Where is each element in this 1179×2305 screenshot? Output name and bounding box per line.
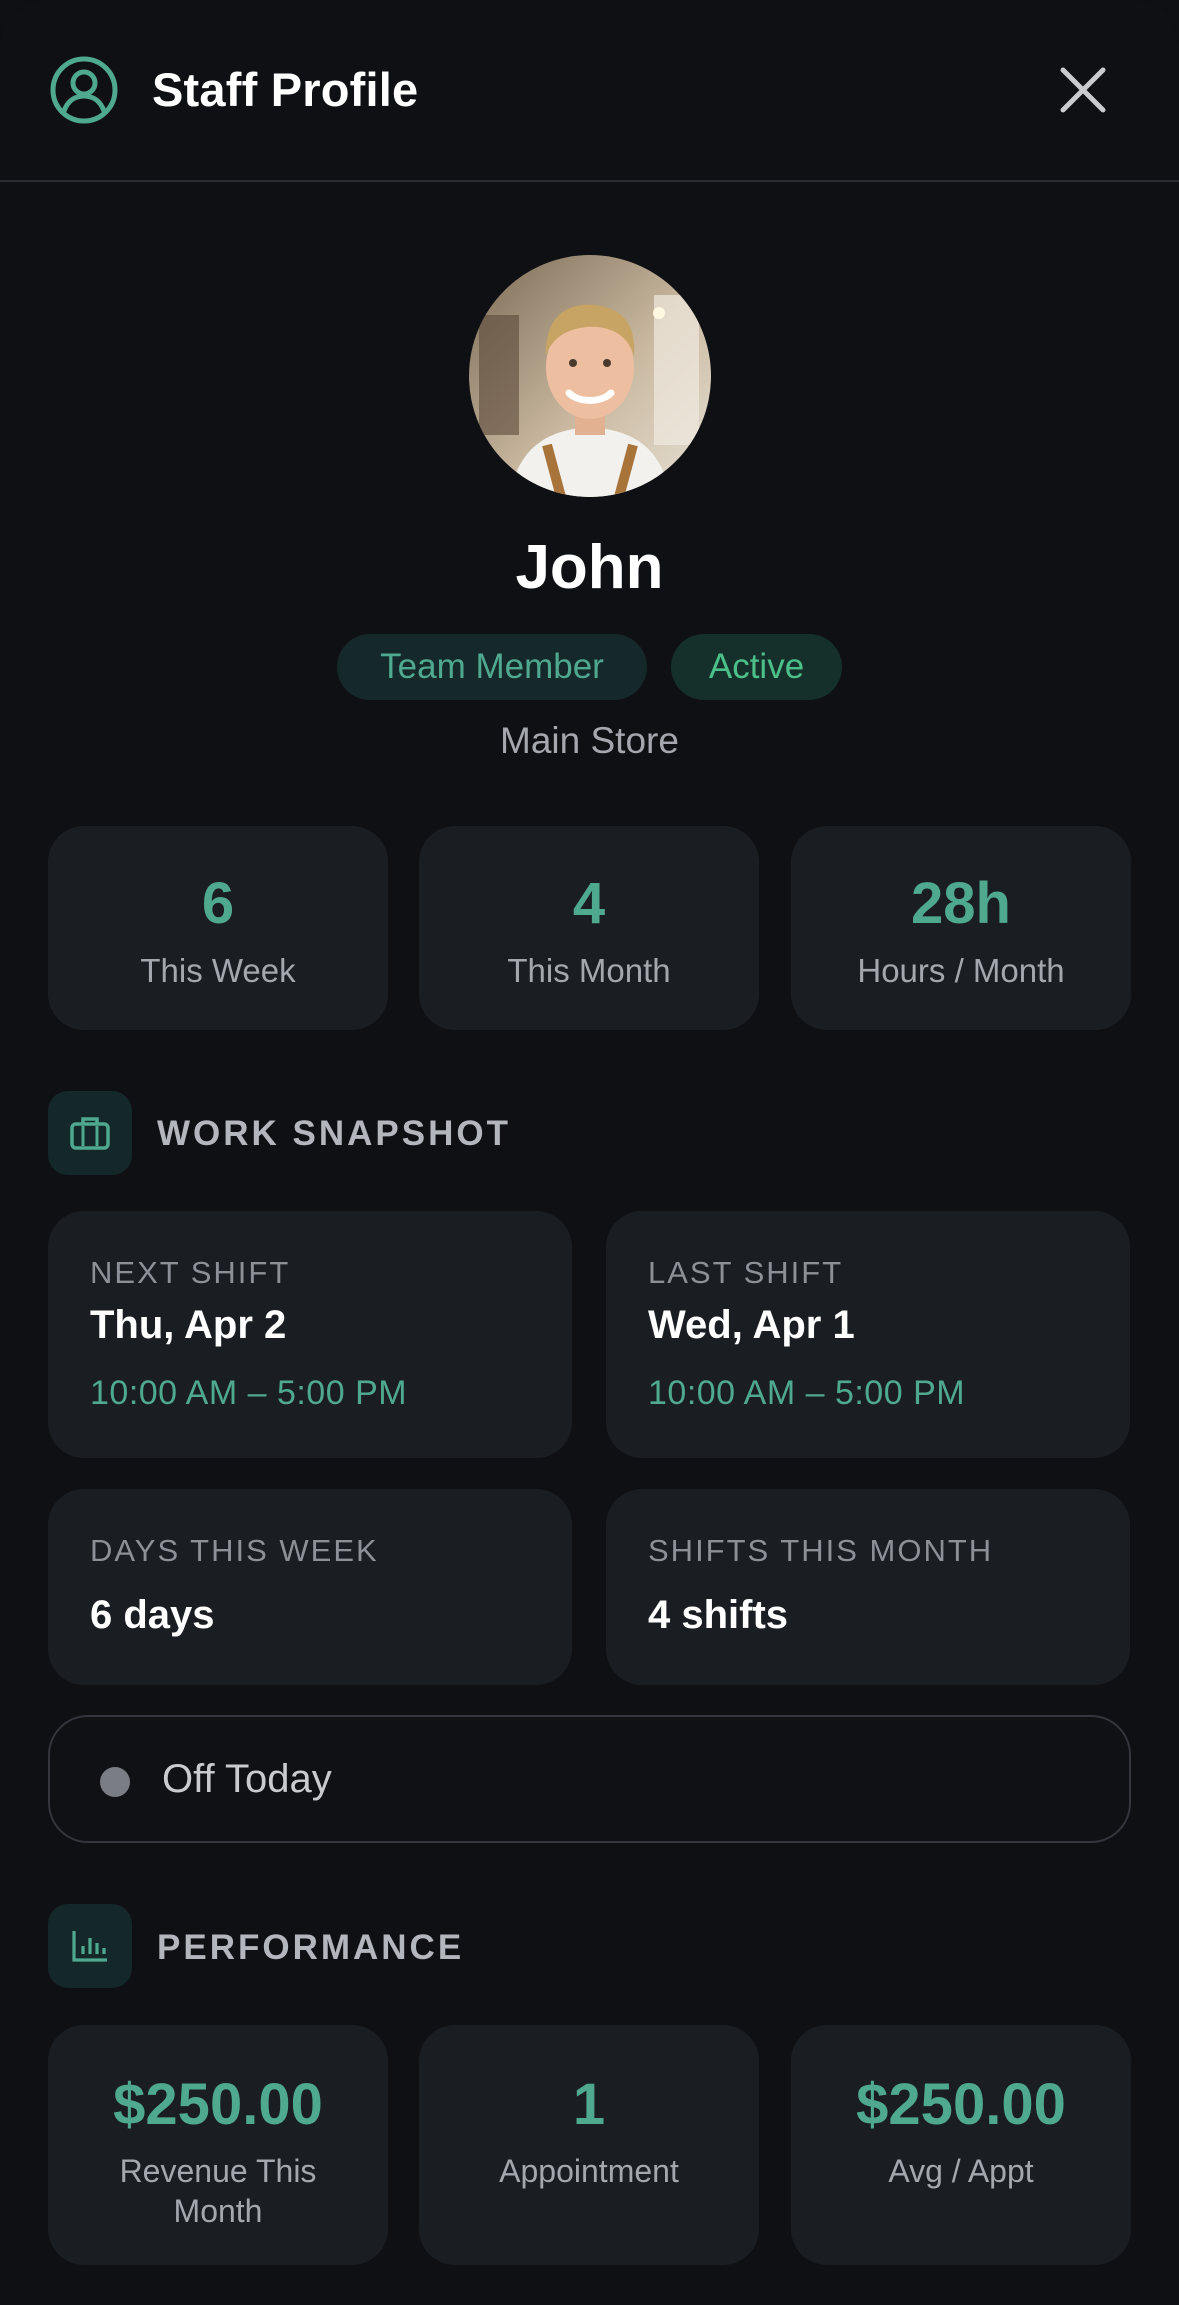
stat-card-this-week: 6 This Week (48, 826, 388, 1030)
days-this-week-label: DAYS THIS WEEK (90, 1533, 379, 1568)
next-shift-date: Thu, Apr 2 (90, 1303, 287, 1347)
last-shift-card: LAST SHIFT Wed, Apr 1 10:00 AM – 5:00 PM (606, 1211, 1130, 1458)
store-location: Main Store (500, 720, 679, 761)
days-this-week-card: DAYS THIS WEEK 6 days (48, 1489, 572, 1685)
shifts-this-month-card: SHIFTS THIS MONTH 4 shifts (606, 1489, 1130, 1685)
staff-name: John (515, 533, 664, 602)
revenue-card: $250.00 Revenue This Month (48, 2025, 388, 2265)
close-icon[interactable] (1055, 62, 1111, 118)
stat-card-this-month: 4 This Month (419, 826, 759, 1030)
role-badge: Team Member (337, 634, 647, 700)
stat-value: 4 (572, 871, 606, 936)
stat-label: This Week (140, 952, 296, 989)
status-badge: Active (671, 634, 842, 700)
days-this-week-value: 6 days (90, 1593, 215, 1637)
last-shift-label: LAST SHIFT (648, 1255, 844, 1290)
performance-title: PERFORMANCE (157, 1928, 465, 1967)
avatar (469, 255, 711, 497)
next-shift-label: NEXT SHIFT (90, 1255, 291, 1290)
appointment-value: 1 (572, 2072, 606, 2137)
page-title: Staff Profile (152, 63, 419, 116)
avg-appt-label: Avg / Appt (888, 2153, 1034, 2189)
next-shift-card: NEXT SHIFT Thu, Apr 2 10:00 AM – 5:00 PM (48, 1211, 572, 1458)
appointment-label: Appointment (499, 2153, 679, 2189)
last-shift-date: Wed, Apr 1 (648, 1303, 855, 1347)
today-status-bar: Off Today (48, 1715, 1131, 1843)
shifts-this-month-label: SHIFTS THIS MONTH (648, 1533, 994, 1568)
user-circle-icon (50, 56, 118, 124)
avg-appt-card: $250.00 Avg / Appt (791, 2025, 1131, 2265)
stat-value: 6 (201, 871, 235, 936)
last-shift-time: 10:00 AM – 5:00 PM (648, 1374, 966, 1412)
appointment-card: 1 Appointment (419, 2025, 759, 2265)
stat-label: Hours / Month (857, 952, 1065, 989)
revenue-label: Revenue This Month (119, 2153, 317, 2229)
work-snapshot-title: WORK SNAPSHOT (157, 1114, 511, 1153)
briefcase-icon (48, 1091, 132, 1175)
bar-chart-icon (48, 1904, 132, 1988)
status-dot-icon (100, 1767, 130, 1797)
shifts-this-month-value: 4 shifts (648, 1593, 789, 1637)
next-shift-time: 10:00 AM – 5:00 PM (90, 1374, 408, 1412)
revenue-value: $250.00 (113, 2072, 323, 2137)
stat-label: This Month (507, 952, 671, 989)
staff-profile-sheet: Staff Profile John Team Member Active Ma… (0, 0, 1179, 2305)
avg-appt-value: $250.00 (856, 2072, 1066, 2137)
today-status-text: Off Today (162, 1757, 332, 1801)
stat-card-hours-month: 28h Hours / Month (791, 826, 1131, 1030)
header: Staff Profile (0, 0, 1179, 182)
stat-value: 28h (911, 871, 1011, 936)
